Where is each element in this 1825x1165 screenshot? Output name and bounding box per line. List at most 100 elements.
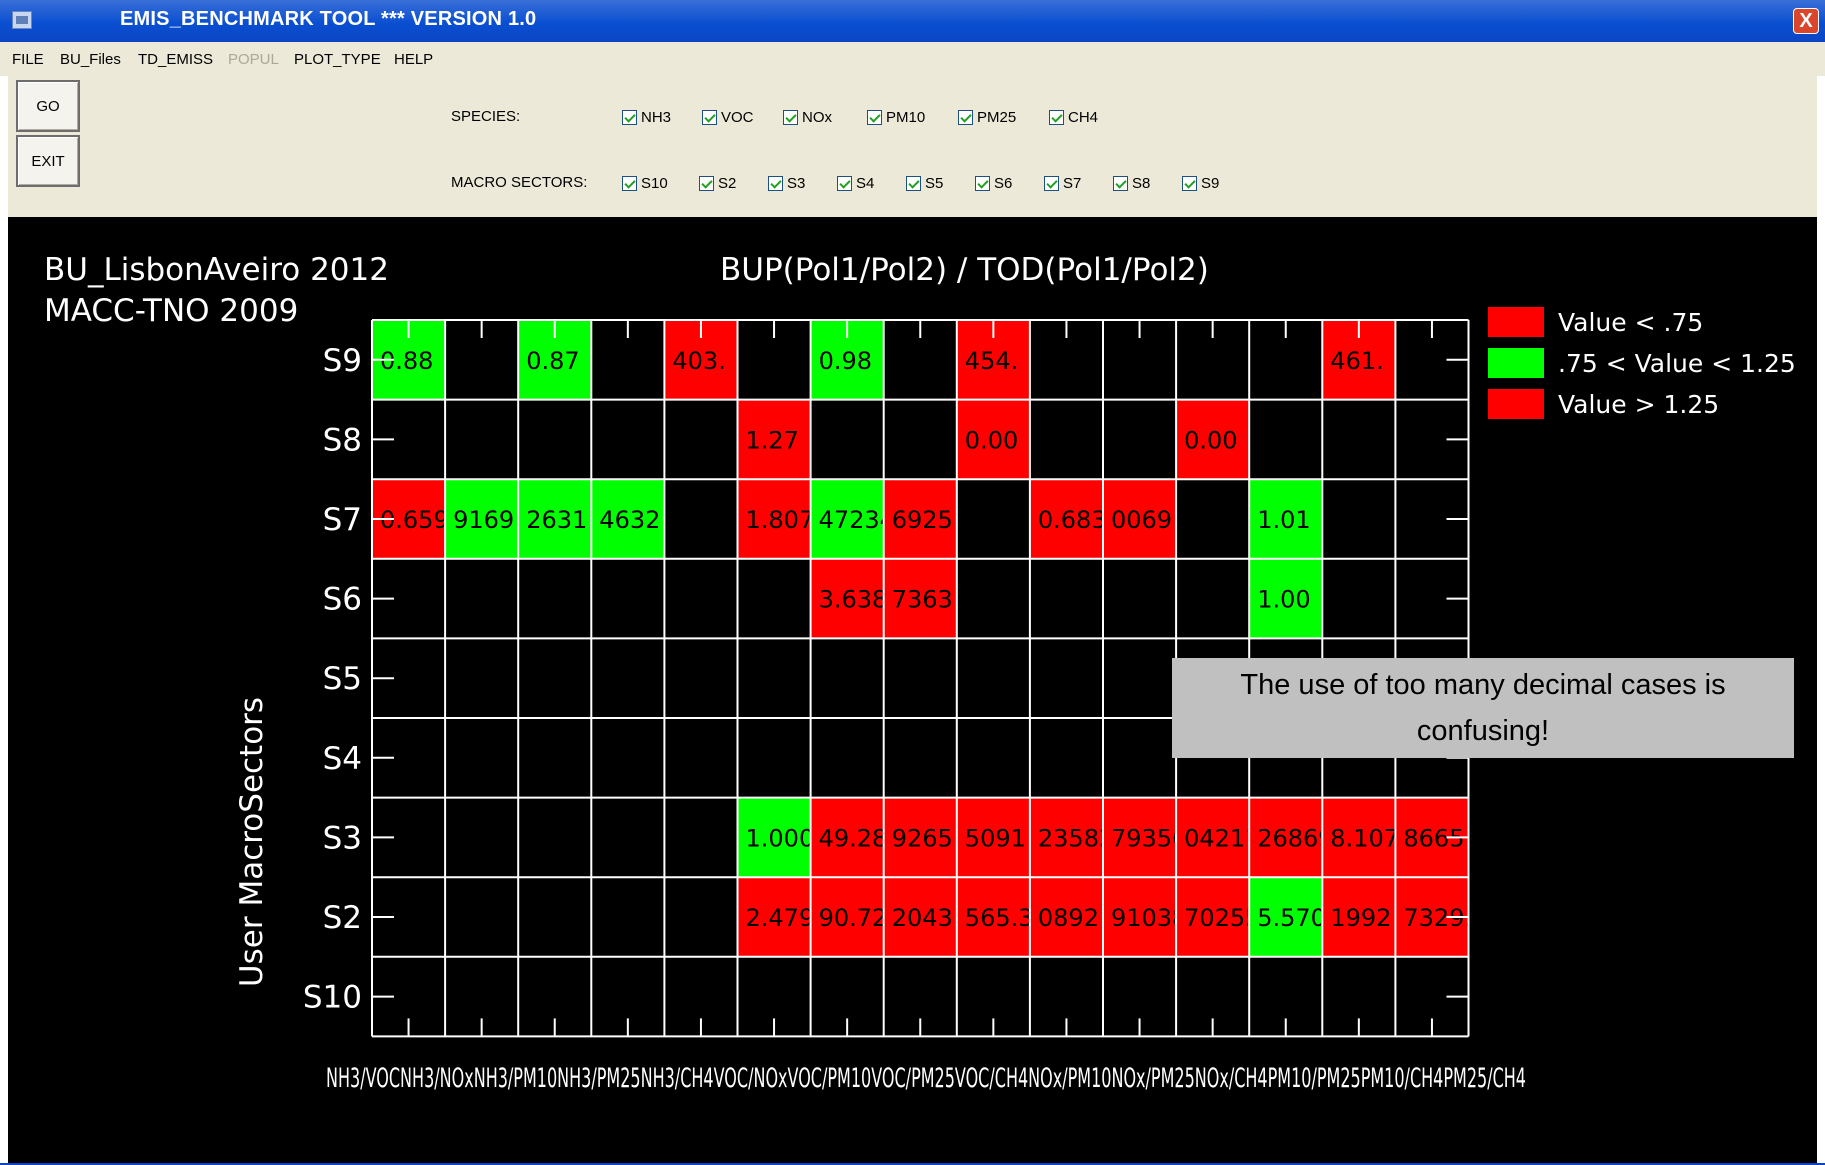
chart-title: BUP(Pol1/Pol2) / TOD(Pol1/Pol2) (720, 252, 1209, 288)
heatmap-cell (810, 399, 884, 480)
heatmap-cell (664, 877, 738, 957)
cell-value-label: 5091 (965, 824, 1026, 852)
heatmap-cell (445, 399, 519, 480)
heatmap-cell (956, 718, 1030, 798)
cell-value-label: 2631 (526, 506, 587, 534)
heatmap-cell (445, 558, 519, 639)
checkbox-label: PM25 (977, 109, 1017, 126)
row-label-s3: S3 (323, 820, 362, 856)
heatmap-cell (664, 638, 738, 718)
checkbox-icon (1049, 110, 1064, 125)
heatmap-cell (664, 558, 738, 639)
heatmap-cell (1249, 399, 1323, 480)
row-label-s8: S8 (323, 422, 362, 458)
sector-checkbox-s9[interactable]: S9 (1182, 175, 1219, 192)
cell-value-label: 1.807 (746, 506, 815, 534)
exit-button[interactable]: EXIT (16, 135, 80, 187)
checkbox-icon (622, 176, 637, 191)
cell-value-label: 0.98 (819, 347, 872, 375)
sector-checkbox-s2[interactable]: S2 (699, 175, 736, 192)
heatmap-cell (1176, 479, 1250, 559)
close-button[interactable]: X (1793, 8, 1819, 34)
checkbox-icon (906, 176, 921, 191)
species-checkbox-pm25[interactable]: PM25 (958, 109, 1016, 126)
heatmap-cell (1322, 479, 1396, 559)
checkbox-label: S9 (1201, 175, 1220, 192)
heatmap-cell (518, 558, 592, 639)
cell-value-label: 2.479 (746, 904, 815, 932)
menu-bu-files[interactable]: BU_Files (60, 51, 121, 68)
heatmap-cell (518, 638, 592, 718)
cell-value-label: 90.72 (819, 904, 888, 932)
menu-td-emiss[interactable]: TD_EMISS (138, 51, 213, 68)
sector-checkbox-s3[interactable]: S3 (768, 175, 805, 192)
annotation-callout: The use of too many decimal cases is con… (1172, 658, 1794, 758)
species-checkbox-nh3[interactable]: NH3 (622, 109, 671, 126)
menu-plot-type[interactable]: PLOT_TYPE (294, 51, 381, 68)
heatmap-cell (1029, 399, 1103, 480)
cell-value-label: 1.27 (746, 426, 799, 454)
control-panel: GO EXIT SPECIES: MACRO SECTORS: NH3 VOC NO… (8, 76, 1817, 217)
sector-checkbox-s6[interactable]: S6 (975, 175, 1012, 192)
legend-swatch (1488, 348, 1544, 378)
heatmap-cell (1322, 558, 1396, 639)
menu-bar: FILE BU_Files TD_EMISS POPUL PLOT_TYPE HELP (0, 42, 1825, 76)
menu-popul: POPUL (228, 51, 279, 68)
sector-checkbox-s10[interactable]: S10 (622, 175, 668, 192)
menu-help[interactable]: HELP (394, 51, 433, 68)
cell-value-label: 9265 (892, 824, 953, 852)
go-button[interactable]: GO (16, 80, 80, 132)
species-checkbox-voc[interactable]: VOC (702, 109, 754, 126)
heatmap-cell (445, 877, 519, 957)
checkbox-label: PM10 (886, 109, 926, 126)
heatmap-cell (664, 718, 738, 798)
heatmap-cell (664, 797, 738, 878)
heatmap-cell (664, 479, 738, 559)
cell-value-label: 0.00 (1184, 426, 1237, 454)
checkbox-label: VOC (721, 109, 754, 126)
heatmap-cell (1103, 718, 1177, 798)
checkbox-icon (867, 110, 882, 125)
checkbox-icon (768, 176, 783, 191)
cell-value-label: 454. (965, 347, 1018, 375)
checkbox-icon (958, 110, 973, 125)
heatmap-cell (1176, 558, 1250, 639)
heatmap-cell (883, 718, 957, 798)
cell-value-label: 0892 (1038, 904, 1099, 932)
heatmap-cell (445, 797, 519, 878)
heatmap-cell (445, 718, 519, 798)
checkbox-label: NOx (802, 109, 832, 126)
heatmap-cell (1103, 399, 1177, 480)
cell-value-label: 4632 (599, 506, 660, 534)
checkbox-icon (1182, 176, 1197, 191)
species-checkbox-ch4[interactable]: CH4 (1049, 109, 1098, 126)
heatmap-cell (737, 638, 811, 718)
checkbox-icon (975, 176, 990, 191)
y-axis-label: User MacroSectors (234, 697, 270, 987)
row-label-s2: S2 (323, 900, 362, 936)
species-checkbox-pm10[interactable]: PM10 (867, 109, 925, 126)
heatmap-cell (518, 797, 592, 878)
sector-checkbox-s7[interactable]: S7 (1044, 175, 1081, 192)
left-title-line-1: BU_LisbonAveiro 2012 (44, 252, 389, 288)
checkbox-label: S3 (787, 175, 806, 192)
checkbox-label: S7 (1063, 175, 1082, 192)
heatmap-cell (591, 638, 665, 718)
row-label-s7: S7 (323, 502, 362, 538)
row-label-s5: S5 (323, 661, 362, 697)
sector-checkbox-s5[interactable]: S5 (906, 175, 943, 192)
heatmap-cell (518, 877, 592, 957)
checkbox-label: S8 (1132, 175, 1151, 192)
sector-checkbox-s8[interactable]: S8 (1113, 175, 1150, 192)
cell-value-label: 1.00 (1257, 586, 1310, 614)
cell-value-label: 1992 (1330, 904, 1391, 932)
checkbox-icon (702, 110, 717, 125)
species-checkbox-nox[interactable]: NOx (783, 109, 832, 126)
checkbox-icon (1044, 176, 1059, 191)
checkbox-icon (699, 176, 714, 191)
heatmap-cell (810, 638, 884, 718)
sector-checkbox-s4[interactable]: S4 (837, 175, 874, 192)
menu-file[interactable]: FILE (12, 51, 44, 68)
heatmap-cell (518, 718, 592, 798)
heatmap-cell (956, 479, 1030, 559)
